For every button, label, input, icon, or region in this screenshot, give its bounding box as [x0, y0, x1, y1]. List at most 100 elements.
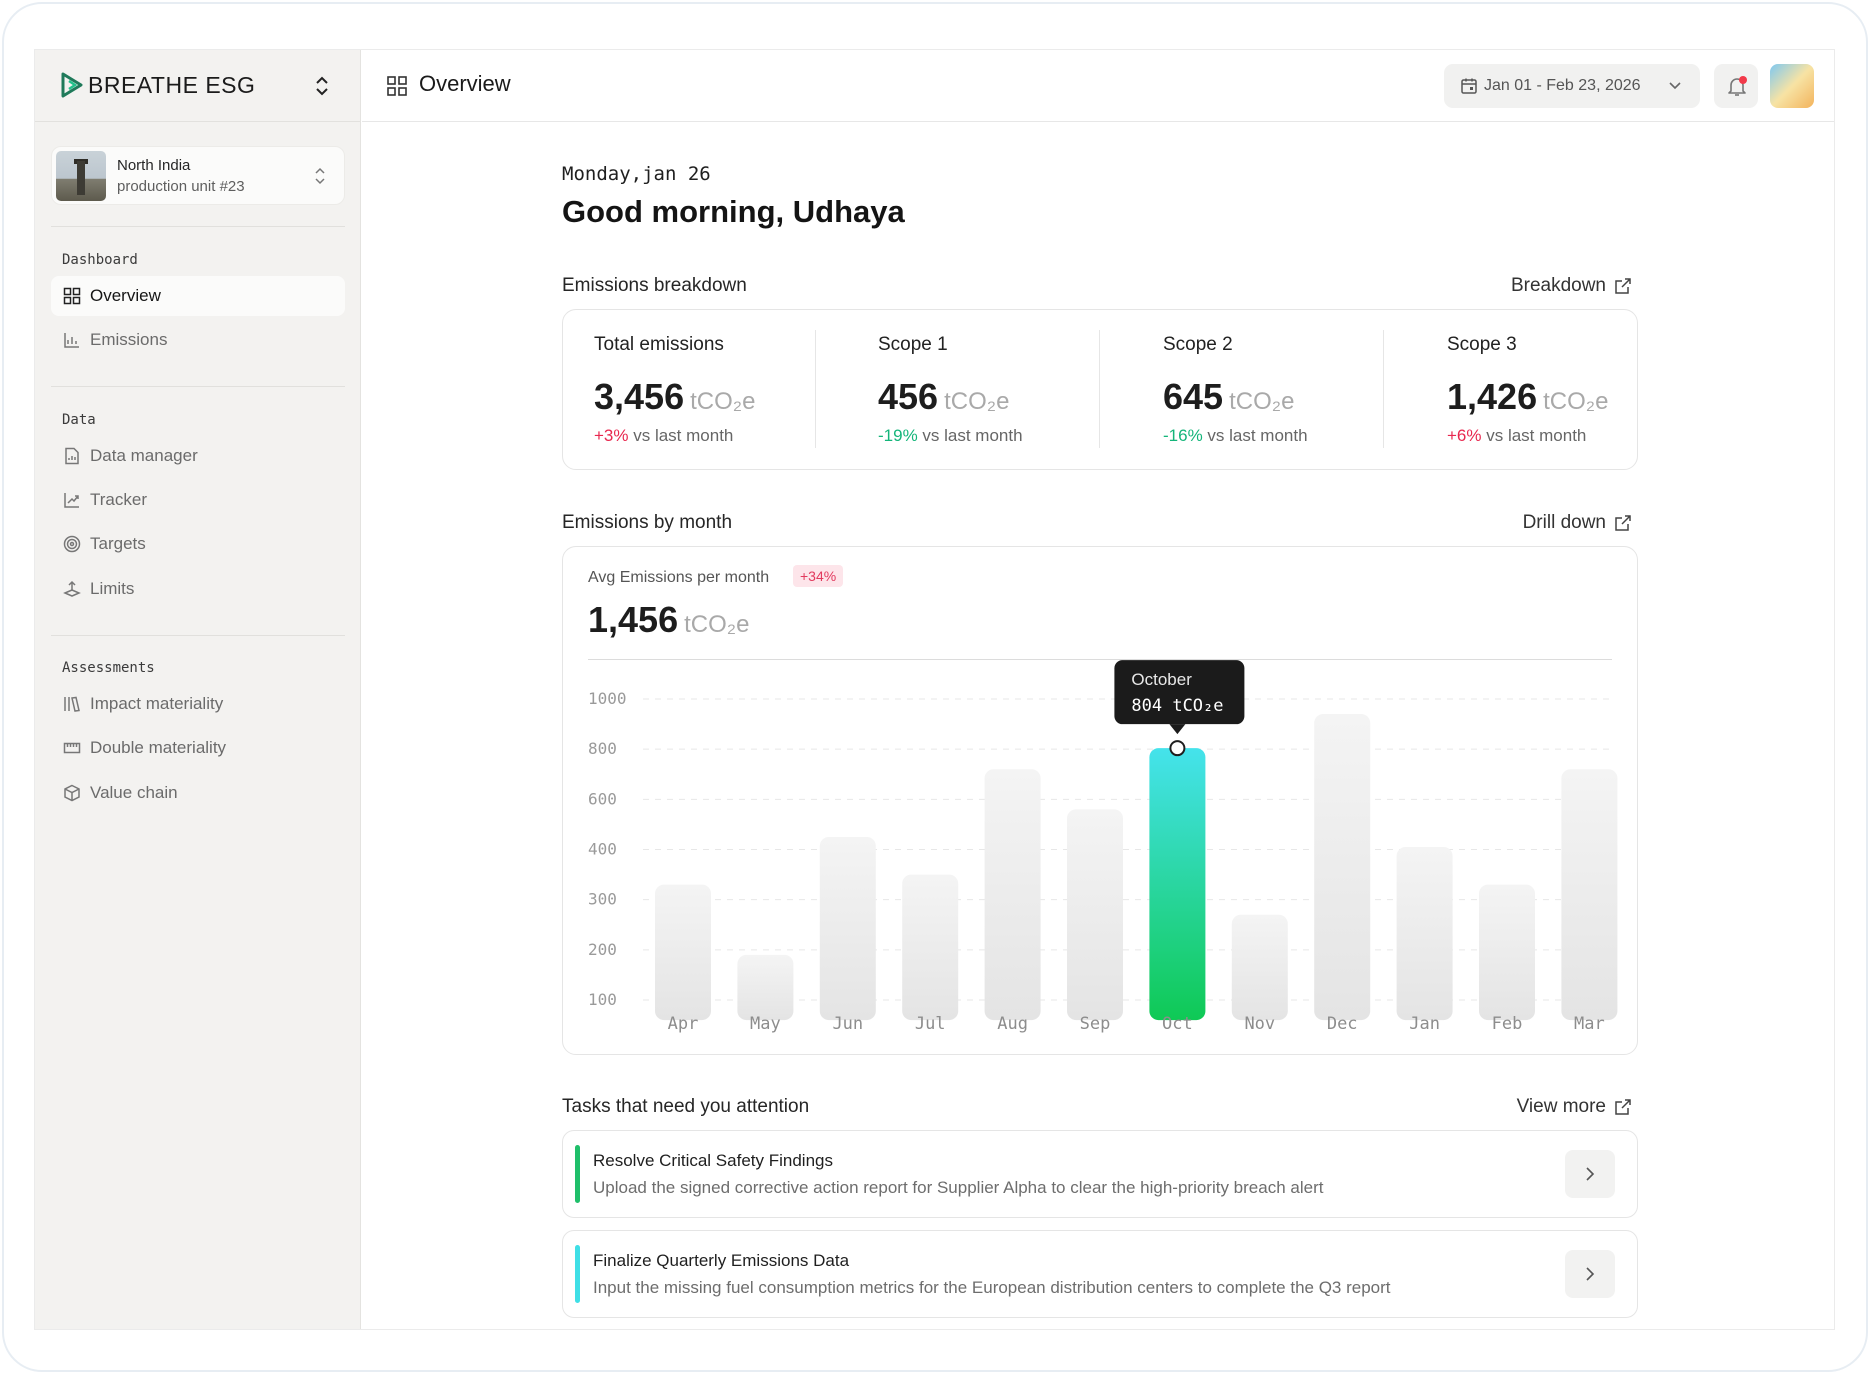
drill-down-link[interactable]: Drill down	[1523, 512, 1632, 534]
task-card[interactable]: Finalize Quarterly Emissions Data Input …	[562, 1230, 1638, 1318]
unit-thumbnail	[56, 151, 106, 201]
external-link-icon	[1615, 278, 1631, 294]
task-card[interactable]: Resolve Critical Safety Findings Upload …	[562, 1130, 1638, 1218]
calendar-icon	[1461, 78, 1477, 94]
breakdown-link[interactable]: Breakdown	[1511, 275, 1632, 297]
by-month-title: Emissions by month	[562, 512, 733, 533]
open-task-button[interactable]	[1565, 1250, 1615, 1298]
stat-total-emissions: Total emissions 3,456 tCO₂e +3% vs last m…	[563, 310, 832, 469]
bar-may	[737, 954, 794, 1021]
avatar[interactable]	[1770, 64, 1814, 108]
stat-value: 1,426 tCO₂e	[1447, 376, 1609, 417]
x-tick-label: Apr	[668, 1014, 699, 1034]
grid-icon	[63, 287, 81, 305]
chevron-right-icon	[1586, 1267, 1595, 1281]
stat-scope-1: Scope 1 456 tCO₂e -19% vs last month	[847, 310, 1116, 469]
x-tick-label: Nov	[1244, 1014, 1275, 1034]
chevron-down-icon	[1669, 82, 1681, 90]
open-task-button[interactable]	[1565, 1150, 1615, 1198]
sidebar-item-label: Limits	[90, 579, 135, 598]
chevron-right-icon	[1586, 1167, 1595, 1181]
stat-value: 645 tCO₂e	[1163, 376, 1295, 417]
stat-change: -19% vs last month	[878, 426, 1023, 445]
unit-selector[interactable]: North India production unit #23	[51, 146, 345, 205]
sidebar-item-limits[interactable]: Limits	[51, 569, 345, 609]
page-title: Overview	[419, 71, 511, 96]
view-more-link[interactable]: View more	[1517, 1096, 1632, 1118]
switcher-chevrons-icon[interactable]	[314, 74, 330, 98]
sidebar-item-label: Emissions	[90, 330, 168, 349]
y-tick-label: 200	[588, 940, 617, 959]
bar-sep	[1067, 809, 1123, 1021]
y-tick-label: 800	[588, 739, 617, 758]
view-more-link-label: View more	[1516, 1096, 1606, 1117]
sidebar-item-data-manager[interactable]: Data manager	[51, 436, 345, 476]
sidebar-item-targets[interactable]: Targets	[51, 524, 345, 564]
bar-mar	[1561, 769, 1618, 1021]
unit-subtitle: production unit #23	[117, 178, 245, 195]
sidebar-item-double-materiality[interactable]: Double materiality	[51, 728, 345, 768]
notifications-button[interactable]	[1714, 64, 1758, 108]
x-tick-label: Sep	[1080, 1014, 1111, 1034]
x-tick-label: Oct	[1162, 1014, 1193, 1034]
file-chart-icon	[65, 447, 79, 465]
y-tick-label: 1000	[588, 689, 627, 708]
brand-logo-icon	[61, 72, 83, 98]
stat-label: Scope 3	[1447, 334, 1517, 355]
sidebar-item-label: Value chain	[90, 783, 178, 802]
sidebar-item-emissions[interactable]: Emissions	[51, 320, 345, 360]
task-accent	[575, 1145, 580, 1203]
breakdown-title: Emissions breakdown	[562, 275, 747, 296]
topbar: Overview Jan 01 - Feb 23, 2026	[362, 50, 1834, 122]
bar-dec	[1314, 714, 1371, 1021]
highlight-point	[1169, 740, 1186, 757]
task-description: Input the missing fuel consumption metri…	[593, 1278, 1391, 1297]
section-label-assessments: Assessments	[62, 660, 155, 676]
stat-label: Scope 2	[1163, 334, 1233, 355]
main-content: Monday,jan 26 Good morning, Udhaya Emiss…	[362, 123, 1834, 1329]
sidebar-item-impact-materiality[interactable]: Impact materiality	[51, 684, 345, 724]
external-link-icon	[1615, 515, 1631, 531]
sidebar-item-label: Tracker	[90, 490, 147, 509]
y-tick-label: 100	[588, 990, 617, 1009]
stat-label: Total emissions	[594, 334, 724, 355]
sidebar-item-overview[interactable]: Overview	[51, 276, 345, 316]
bar-jun	[819, 836, 876, 1021]
bar-jul	[902, 874, 959, 1021]
bar-feb	[1479, 884, 1535, 1021]
books-icon	[64, 696, 80, 712]
bell-icon	[1728, 76, 1747, 96]
limits-icon	[63, 580, 81, 597]
brand-name: BREATHE ESG	[88, 72, 256, 98]
bar-oct	[1149, 748, 1206, 1021]
tracker-icon	[64, 493, 79, 508]
emissions-breakdown-card: Total emissions 3,456 tCO₂e +3% vs last m…	[562, 309, 1638, 470]
task-accent	[575, 1245, 580, 1303]
stat-change: +3% vs last month	[594, 426, 734, 445]
bar-apr	[655, 884, 711, 1021]
stat-label: Scope 1	[878, 334, 948, 355]
date-range-picker[interactable]: Jan 01 - Feb 23, 2026	[1444, 64, 1700, 108]
sidebar-item-tracker[interactable]: Tracker	[51, 480, 345, 520]
sidebar-item-label: Double materiality	[90, 738, 227, 757]
section-label-dashboard: Dashboard	[62, 252, 138, 268]
divider	[1383, 330, 1384, 448]
sidebar: BREATHE ESG North India production unit …	[35, 50, 361, 1329]
sidebar-item-value-chain[interactable]: Value chain	[51, 773, 345, 813]
drill-down-link-label: Drill down	[1522, 512, 1606, 533]
current-date: Monday,jan 26	[562, 163, 711, 185]
tooltip-value: 804 tCO₂e	[1131, 696, 1223, 716]
sidebar-item-label: Overview	[90, 286, 161, 305]
stat-change: -16% vs last month	[1163, 426, 1308, 445]
bar-nov	[1231, 914, 1288, 1021]
x-tick-label: Jun	[832, 1014, 863, 1034]
sidebar-item-label: Data manager	[90, 446, 198, 465]
stat-value: 3,456 tCO₂e	[594, 376, 756, 417]
x-tick-label: Dec	[1327, 1014, 1358, 1034]
task-title: Finalize Quarterly Emissions Data	[593, 1251, 850, 1270]
divider	[815, 330, 816, 448]
ruler-icon	[63, 742, 81, 754]
breakdown-link-label: Breakdown	[1510, 275, 1606, 296]
unit-switch-icon	[315, 167, 325, 185]
divider	[51, 386, 345, 387]
